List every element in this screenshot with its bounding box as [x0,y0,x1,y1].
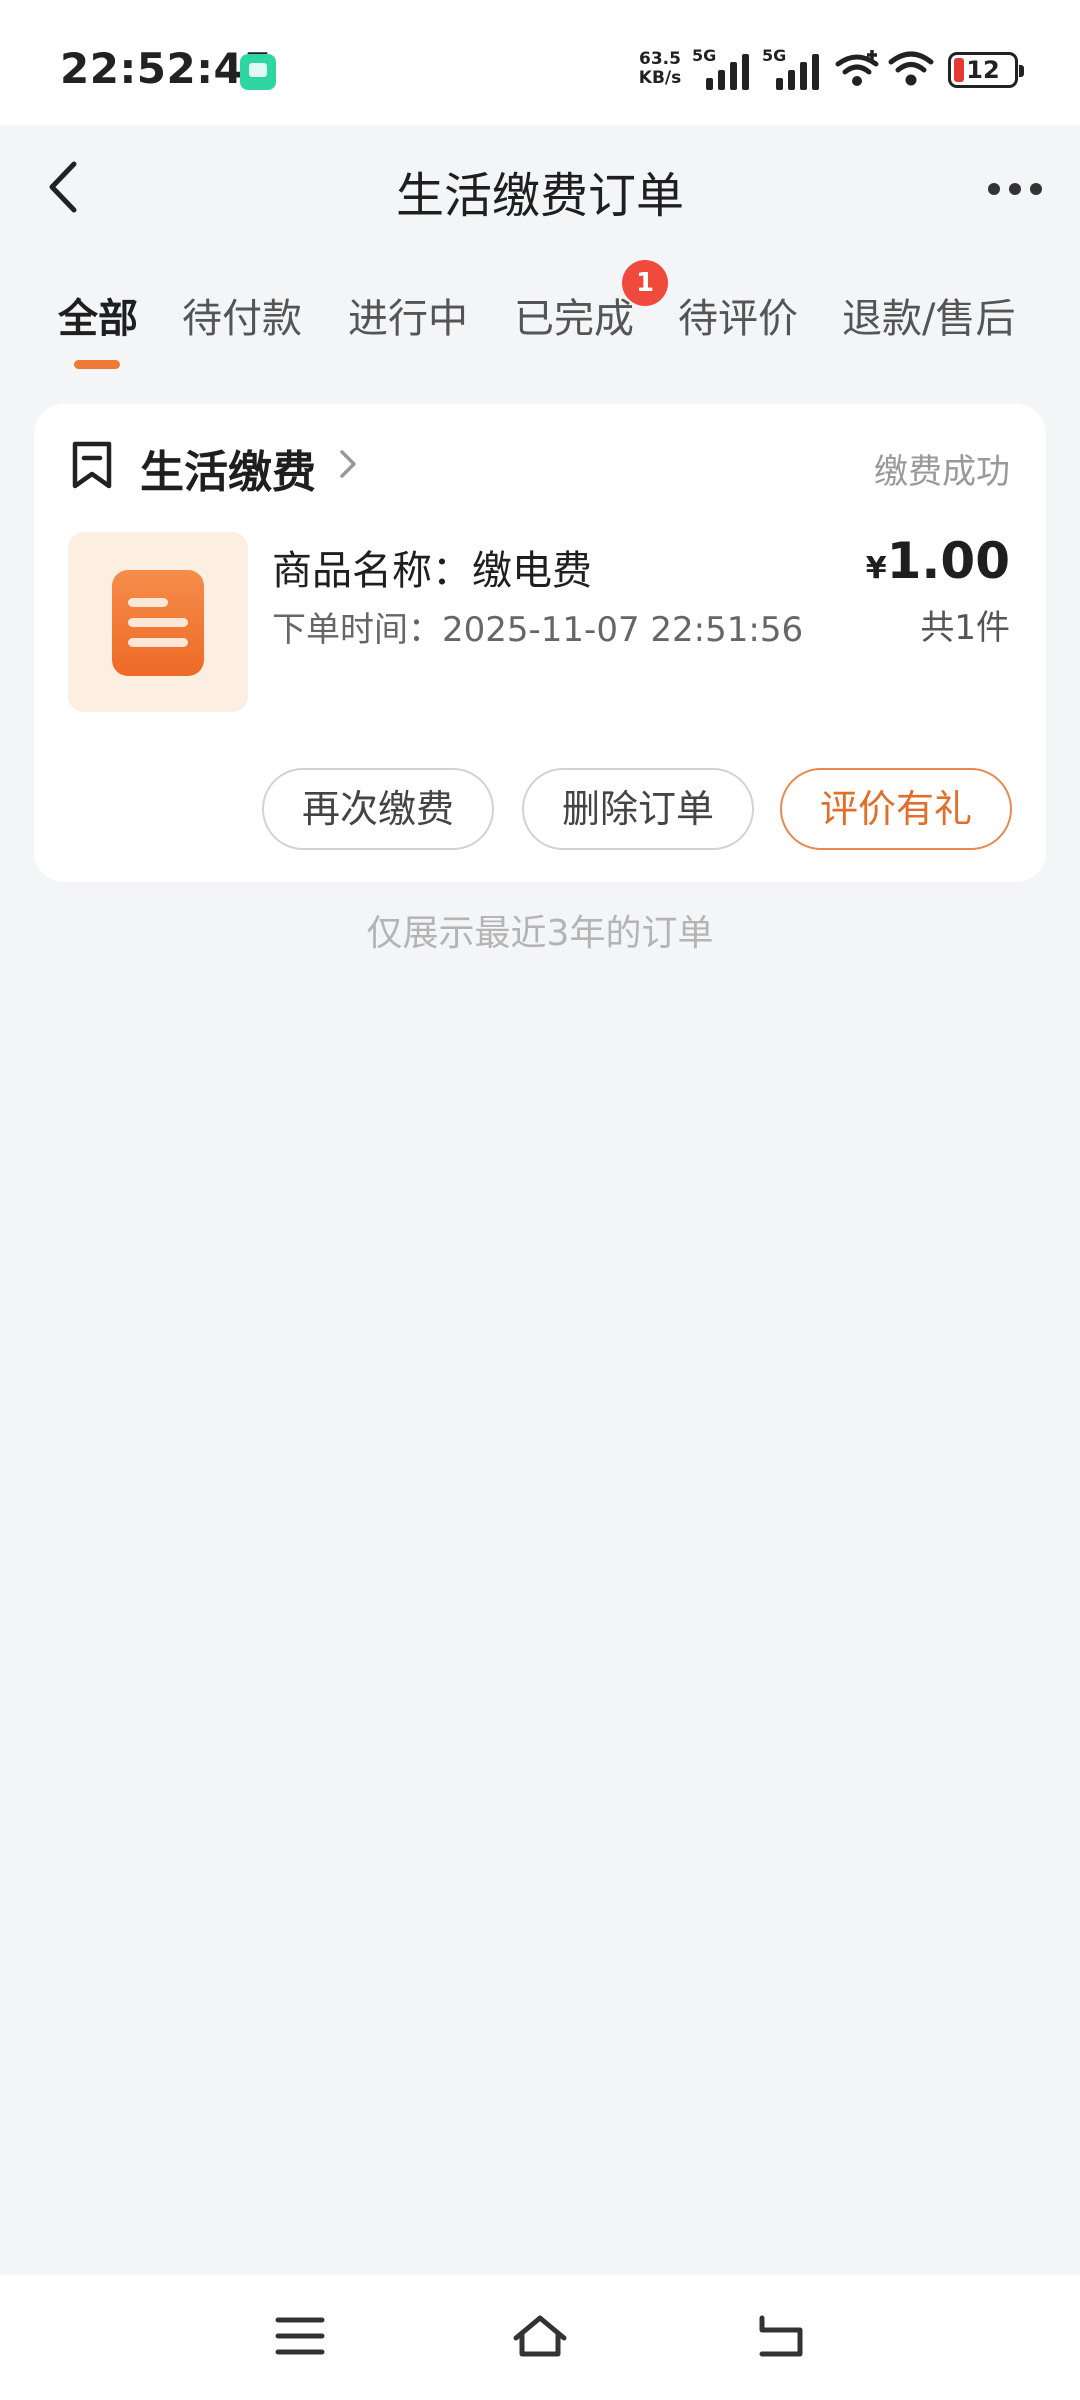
order-card[interactable]: 生活缴费 缴费成功 商品名称：缴电费 下单时间：2025-11-07 22:51… [34,404,1046,882]
price-amount: 1.00 [886,532,1010,590]
active-tab-indicator [74,360,120,369]
shop-name[interactable]: 生活缴费 [140,436,316,500]
bill-document-icon[interactable] [68,532,248,712]
cellular-signal-icon-2: 5G [762,46,828,92]
product-name: 商品名称：缴电费 [272,548,592,594]
network-speed-unit: KB/s [638,68,682,88]
signal-2-label: 5G [762,46,787,65]
repay-button[interactable]: 再次缴费 [262,768,494,850]
battery-level: 12 [966,56,1000,84]
tab-in-progress[interactable]: 进行中 [348,286,468,344]
chevron-right-icon[interactable] [336,446,360,482]
header: 生活缴费订单 [0,126,1080,250]
order-status: 缴费成功 [874,452,1010,492]
completed-count-badge: 1 [622,260,668,306]
order-time: 下单时间：2025-11-07 22:51:56 [272,610,804,650]
order-price: ¥1.00 [866,532,1010,590]
system-navigation-bar [0,2274,1080,2400]
tab-pending-review[interactable]: 待评价 [678,286,798,344]
delete-order-button[interactable]: 删除订单 [522,768,754,850]
network-speed: 63.5 KB/s [630,50,690,88]
signal-1-label: 5G [692,46,717,65]
network-speed-value: 63.5 [639,49,681,69]
order-tabs: 全部 待付款 进行中 已完成 待评价 退款/售后 [0,250,1080,370]
item-quantity: 共1件 [920,608,1010,648]
status-bar: 22:52:45 63.5 KB/s 5G 5G 12 [0,0,1080,126]
bookmark-icon [72,441,112,489]
currency-symbol: ¥ [865,551,887,586]
app-notification-icon [240,54,276,90]
tab-refund-aftersale[interactable]: 退款/售后 [842,286,1015,344]
wifi-plus-icon [835,50,879,86]
tab-completed[interactable]: 已完成 [514,286,634,344]
cellular-signal-icon-1: 5G [692,46,758,92]
home-icon[interactable] [510,2310,570,2362]
menu-icon[interactable] [270,2310,330,2362]
back-nav-icon[interactable] [750,2310,810,2362]
more-options-icon[interactable] [980,156,1050,216]
history-note: 仅展示最近3年的订单 [366,913,714,954]
tab-pending-payment[interactable]: 待付款 [182,286,302,344]
review-reward-button[interactable]: 评价有礼 [780,768,1012,850]
wifi-icon [888,51,934,86]
status-indicators: 63.5 KB/s 5G 5G 12 [620,46,1040,96]
page-title: 生活缴费订单 [395,168,684,224]
tab-all[interactable]: 全部 [58,286,138,344]
battery-icon: 12 [948,52,1024,88]
